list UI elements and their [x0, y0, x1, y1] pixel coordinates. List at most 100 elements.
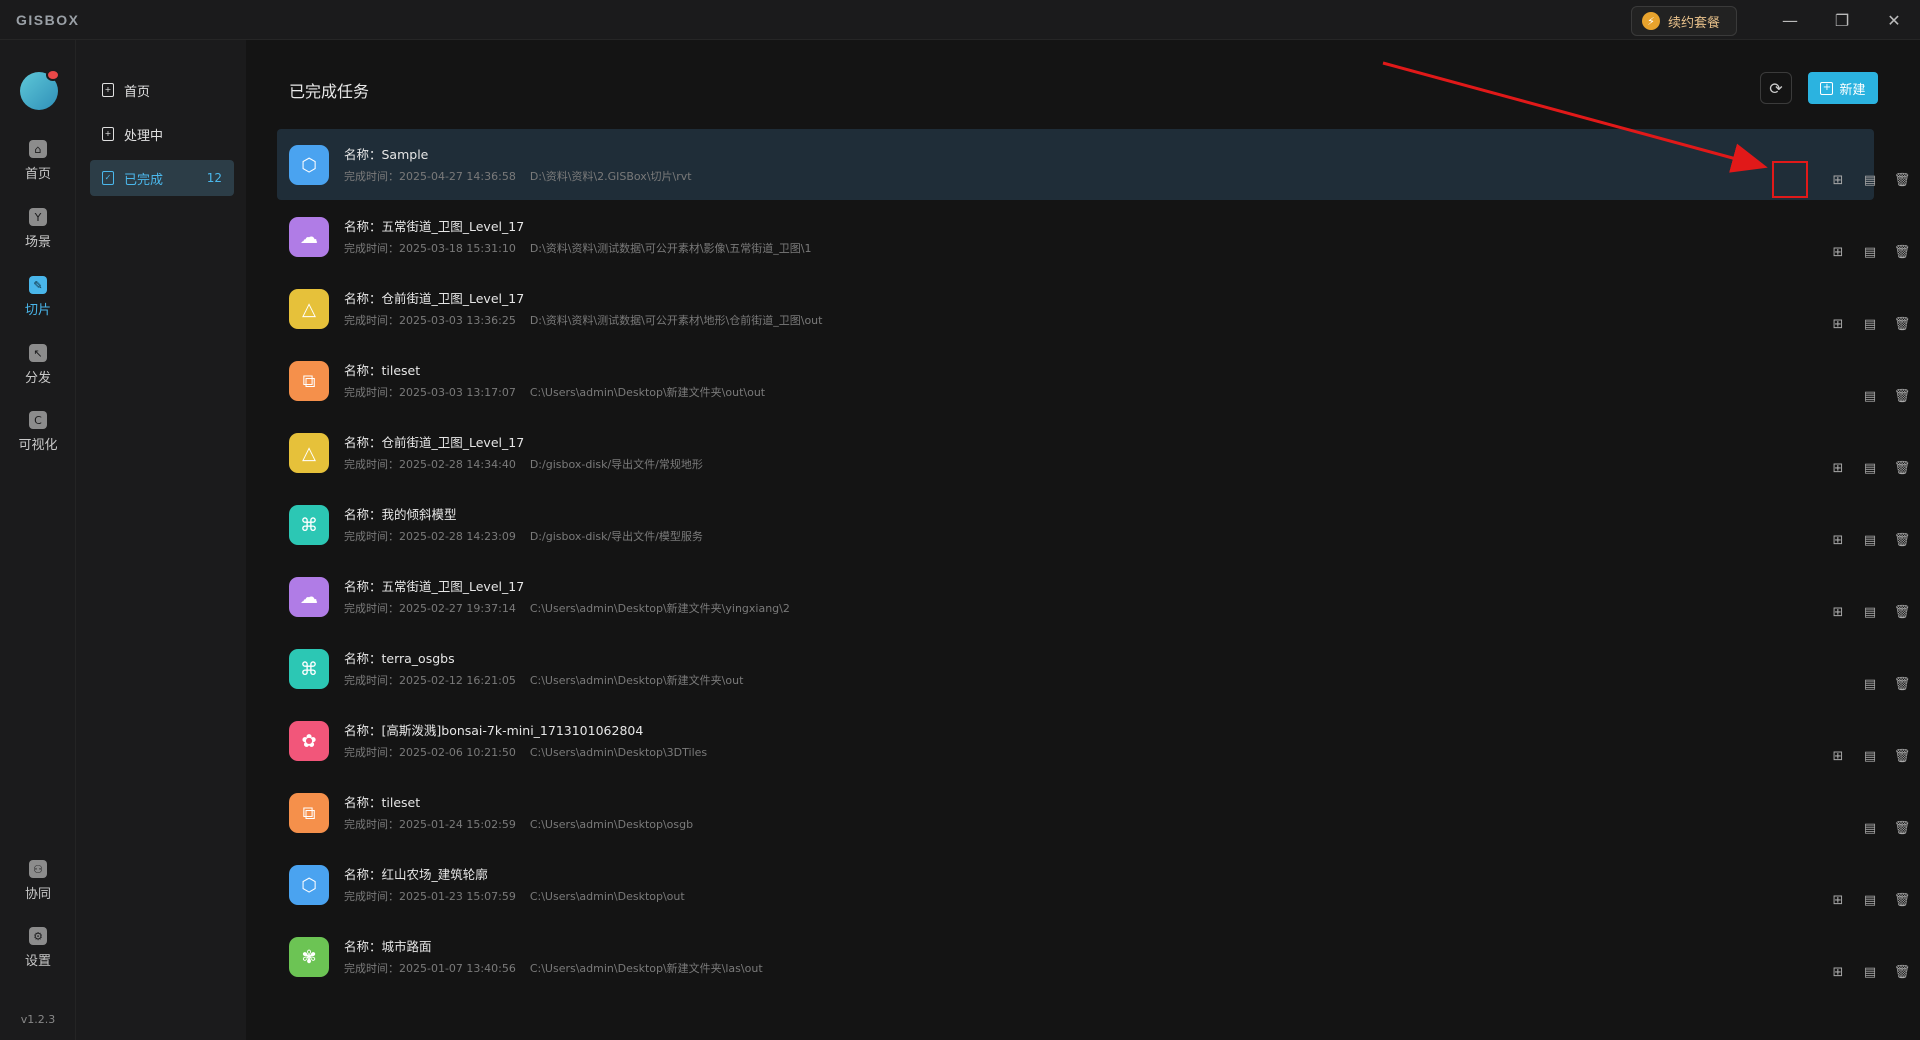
task-row[interactable]: ⌘ 名称：我的倾斜模型 完成时间：2025-02-28 14:23:09 D:/gis…	[277, 489, 1910, 560]
delete-icon[interactable]: 🗑	[1892, 962, 1912, 982]
delete-icon[interactable]: 🗑	[1892, 242, 1912, 262]
refresh-button[interactable]: ⟳	[1760, 72, 1792, 104]
task-row[interactable]: ⧉ 名称：tileset 完成时间：2025-03-03 13:17:07 C:\Us…	[277, 345, 1910, 416]
task-output-path[interactable]: D:\资料\资料\测试数据\可公开素材\影像\五常街道_卫图\1	[530, 242, 812, 255]
delete-icon[interactable]: 🗑	[1892, 530, 1912, 550]
structure-view-icon[interactable]: ⊞	[1828, 746, 1848, 766]
task-output-path[interactable]: C:\Users\admin\Desktop\3DTiles	[530, 746, 707, 759]
delete-icon[interactable]: 🗑	[1892, 458, 1912, 478]
structure-view-icon[interactable]: ⊞	[1828, 890, 1848, 910]
task-type-icon: ☁	[289, 577, 329, 617]
delete-icon[interactable]: 🗑	[1892, 818, 1912, 838]
delete-icon[interactable]: 🗑	[1892, 602, 1912, 622]
structure-view-icon[interactable]: ⊞	[1828, 170, 1848, 190]
task-row[interactable]: ⬡ 名称：红山农场_建筑轮廓 完成时间：2025-01-23 15:07:59 C:\…	[277, 849, 1910, 920]
structure-view-icon[interactable]: ⊞	[1828, 962, 1848, 982]
task-row[interactable]: ☁ 名称：五常街道_卫图_Level_17 完成时间：2025-03-18 15:3…	[277, 201, 1910, 272]
task-type-icon: ⌘	[289, 505, 329, 545]
task-output-path[interactable]: C:\Users\admin\Desktop\out	[530, 890, 685, 903]
task-meta: 完成时间：2025-03-03 13:17:07 C:\Users\admin\D…	[344, 384, 765, 400]
sub-nav: + 首页 + 处理中 ✓ 已完成 12	[76, 40, 246, 1040]
renew-plan-label: 续约套餐	[1668, 15, 1721, 31]
rail-item-distribute[interactable]: ↖ 分发	[0, 344, 76, 400]
log-document-icon[interactable]: ▤	[1860, 674, 1880, 694]
task-row[interactable]: △ 名称：仓前街道_卫图_Level_17 完成时间：2025-02-28 14:3…	[277, 417, 1910, 488]
task-name: 名称：terra_osgbs	[344, 651, 455, 666]
new-task-label: 新建	[1839, 82, 1866, 98]
task-meta: 完成时间：2025-02-27 19:37:14 C:\Users\admin\D…	[344, 600, 790, 616]
task-output-path[interactable]: D:/gisbox-disk/导出文件/模型服务	[530, 530, 703, 543]
task-name: 名称：[高斯泼溅]bonsai-7k-mini_1713101062804	[344, 723, 644, 738]
task-name: 名称：城市路面	[344, 939, 432, 954]
task-meta: 完成时间：2025-03-18 15:31:10 D:\资料\资料\测试数据\可公…	[344, 240, 811, 256]
delete-icon[interactable]: 🗑	[1892, 314, 1912, 334]
task-meta: 完成时间：2025-02-12 16:21:05 C:\Users\admin\D…	[344, 672, 743, 688]
task-completed-time: 完成时间：2025-03-03 13:36:25	[344, 314, 516, 327]
task-name: 名称：我的倾斜模型	[344, 507, 457, 522]
rail-item-home[interactable]: ⌂ 首页	[0, 140, 76, 196]
task-output-path[interactable]: C:\Users\admin\Desktop\新建文件夹\out	[530, 674, 744, 687]
log-document-icon[interactable]: ▤	[1860, 386, 1880, 406]
task-output-path[interactable]: D:/gisbox-disk/导出文件/常规地形	[530, 458, 703, 471]
rail-item-settings[interactable]: ⚙ 设置	[0, 927, 76, 983]
log-document-icon[interactable]: ▤	[1860, 314, 1880, 334]
subnav-item-processing[interactable]: + 处理中	[90, 116, 234, 152]
log-document-icon[interactable]: ▤	[1860, 530, 1880, 550]
task-output-path[interactable]: C:\Users\admin\Desktop\新建文件夹\out\out	[530, 386, 765, 399]
log-document-icon[interactable]: ▤	[1860, 242, 1880, 262]
task-name: 名称：Sample	[344, 147, 429, 162]
structure-view-icon[interactable]: ⊞	[1828, 314, 1848, 334]
log-document-icon[interactable]: ▤	[1860, 458, 1880, 478]
structure-view-icon[interactable]: ⊞	[1828, 530, 1848, 550]
rail-item-scene[interactable]: Y 场景	[0, 208, 76, 264]
delete-icon[interactable]: 🗑	[1892, 890, 1912, 910]
close-button[interactable]: ✕	[1874, 4, 1914, 36]
structure-view-icon[interactable]: ⊞	[1828, 242, 1848, 262]
notification-badge	[46, 69, 60, 81]
rail-item-collaboration[interactable]: ⚇ 协同	[0, 860, 76, 916]
task-row[interactable]: ☁ 名称：五常街道_卫图_Level_17 完成时间：2025-02-27 19:3…	[277, 561, 1910, 632]
renew-plan-button[interactable]: ⚡ 续约套餐	[1631, 6, 1737, 36]
lock-icon: ⚇	[29, 860, 47, 878]
delete-icon[interactable]: 🗑	[1892, 386, 1912, 406]
rail-item-tiling[interactable]: ✎ 切片	[0, 276, 76, 332]
task-output-path[interactable]: D:\资料\资料\2.GISBox\切片\rvt	[530, 170, 692, 183]
subnav-item-home[interactable]: + 首页	[90, 72, 234, 108]
log-document-icon[interactable]: ▤	[1860, 602, 1880, 622]
new-task-button[interactable]: + 新建	[1808, 72, 1878, 104]
task-row[interactable]: ✿ 名称：[高斯泼溅]bonsai-7k-mini_1713101062804 完成…	[277, 705, 1910, 776]
subnav-item-completed[interactable]: ✓ 已完成 12	[90, 160, 234, 196]
task-row[interactable]: ⌘ 名称：terra_osgbs 完成时间：2025-02-12 16:21:05 C…	[277, 633, 1910, 704]
delete-icon[interactable]: 🗑	[1892, 674, 1912, 694]
log-document-icon[interactable]: ▤	[1860, 818, 1880, 838]
rail-item-label: 场景	[24, 235, 51, 250]
task-output-path[interactable]: C:\Users\admin\Desktop\osgb	[530, 818, 693, 831]
structure-view-icon[interactable]: ⊞	[1828, 602, 1848, 622]
task-row[interactable]: △ 名称：仓前街道_卫图_Level_17 完成时间：2025-03-03 13:3…	[277, 273, 1910, 344]
structure-view-icon[interactable]: ⊞	[1828, 458, 1848, 478]
log-document-icon[interactable]: ▤	[1860, 890, 1880, 910]
page-title: 已完成任务	[289, 82, 370, 101]
task-row[interactable]: ⧉ 名称：tileset 完成时间：2025-01-24 15:02:59 C:\Us…	[277, 777, 1910, 848]
subnav-item-label: 处理中	[124, 128, 164, 144]
task-type-icon: ✾	[289, 937, 329, 977]
task-completed-time: 完成时间：2025-01-24 15:02:59	[344, 818, 516, 831]
task-type-icon: ⧉	[289, 793, 329, 833]
delete-icon[interactable]: 🗑	[1892, 170, 1912, 190]
rail-item-visualization[interactable]: C 可视化	[0, 411, 76, 467]
log-document-icon[interactable]: ▤	[1860, 170, 1880, 190]
minimize-button[interactable]: —	[1770, 4, 1810, 36]
gear-icon: ⚙	[29, 927, 47, 945]
refresh-icon: ⟳	[1769, 78, 1783, 98]
task-meta: 完成时间：2025-04-27 14:36:58 D:\资料\资料\2.GISBo…	[344, 168, 692, 184]
task-output-path[interactable]: C:\Users\admin\Desktop\新建文件夹\las\out	[530, 962, 763, 975]
log-document-icon[interactable]: ▤	[1860, 962, 1880, 982]
task-row[interactable]: ✾ 名称：城市路面 完成时间：2025-01-07 13:40:56 C:\Users…	[277, 921, 1910, 992]
delete-icon[interactable]: 🗑	[1892, 746, 1912, 766]
task-output-path[interactable]: C:\Users\admin\Desktop\新建文件夹\yingxiang\2	[530, 602, 790, 615]
task-meta: 完成时间：2025-01-24 15:02:59 C:\Users\admin\D…	[344, 816, 693, 832]
task-row[interactable]: ⬡ 名称：Sample 完成时间：2025-04-27 14:36:58 D:\资料\…	[277, 129, 1910, 200]
task-output-path[interactable]: D:\资料\资料\测试数据\可公开素材\地形\仓前街道_卫图\out	[530, 314, 823, 327]
log-document-icon[interactable]: ▤	[1860, 746, 1880, 766]
maximize-button[interactable]: ❐	[1822, 4, 1862, 36]
